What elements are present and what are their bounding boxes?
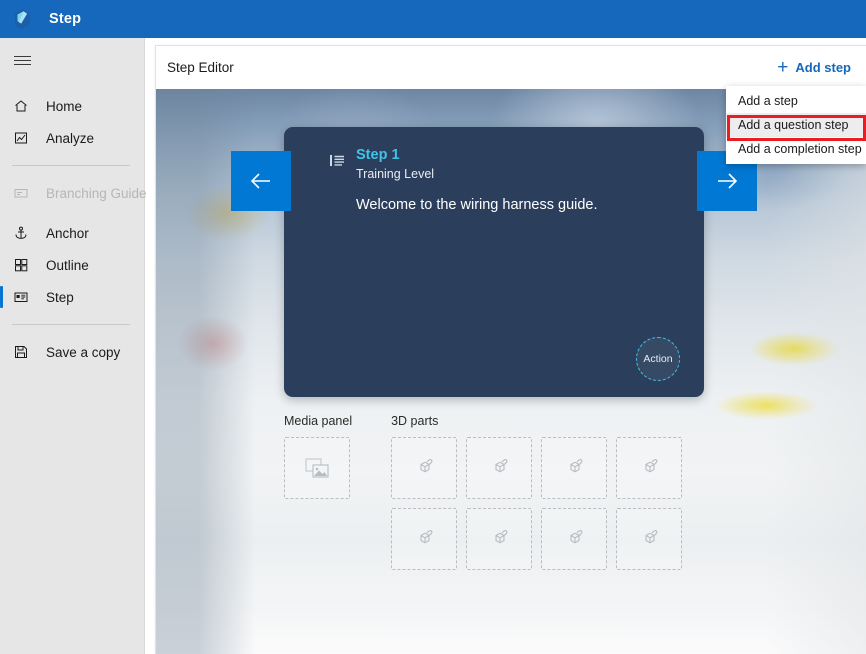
menu-item-add-a-question-step[interactable]: Add a question step [726,113,866,137]
part-slot[interactable] [541,437,607,499]
page-title: Step Editor [167,60,234,75]
3d-part-icon [637,457,661,479]
sidebar-item-step[interactable]: Step [0,281,144,313]
media-panel-label: Media panel [284,414,352,428]
arrow-left-icon [247,170,275,192]
3d-part-icon [487,528,511,550]
sidebar-item-label: Analyze [46,131,94,146]
branching-icon [10,184,32,202]
outline-icon [10,256,32,274]
parts-grid [391,437,682,570]
analyze-icon [10,129,32,147]
sidebar-item-label: Anchor [46,226,89,241]
step-number: Step 1 [356,147,434,163]
app-window: Step Home Analyze [0,0,866,654]
app-title: Step [49,11,81,27]
part-slot[interactable] [541,508,607,570]
arrow-right-icon [713,170,741,192]
sidebar-item-label: Save a copy [46,345,120,360]
sidebar-divider-2 [12,324,130,325]
plus-icon: + [777,62,788,74]
add-step-label: Add step [795,60,851,75]
part-slot[interactable] [466,437,532,499]
sidebar-item-label: Step [46,290,74,305]
sidebar-divider-1 [12,165,130,166]
save-icon [10,343,32,361]
add-step-button[interactable]: + Add step [775,56,853,79]
3d-part-icon [562,457,586,479]
title-bar: Step [0,0,866,38]
step-list-icon [329,153,346,168]
anchor-icon [10,224,32,242]
3d-part-icon [412,457,436,479]
part-slot[interactable] [391,437,457,499]
media-panel: Media panel [284,414,352,570]
sidebar-item-outline[interactable]: Outline [0,249,144,281]
previous-step-button[interactable] [231,151,291,211]
media-slot[interactable] [284,437,350,499]
home-icon [10,97,32,115]
sidebar-item-anchor[interactable]: Anchor [0,217,144,249]
add-step-menu: Add a step Add a question step Add a com… [726,86,866,164]
sidebar: Home Analyze Branching Guide [0,38,145,654]
sidebar-item-label: Home [46,99,82,114]
part-slot[interactable] [616,437,682,499]
sidebar-item-analyze[interactable]: Analyze [0,122,144,154]
parts-panel-label: 3D parts [391,414,682,428]
step-card-header: Step 1 Training Level [356,147,434,181]
part-slot[interactable] [391,508,457,570]
guides-logo-icon [8,5,36,33]
main-header: Step Editor + Add step [156,46,866,89]
parts-panel: 3D parts [391,414,682,570]
step-instruction-text: Welcome to the wiring harness guide. [356,195,674,215]
part-slot[interactable] [466,508,532,570]
sidebar-item-save-a-copy[interactable]: Save a copy [0,336,144,368]
3d-part-icon [487,457,511,479]
sidebar-item-label: Outline [46,258,89,273]
part-slot[interactable] [616,508,682,570]
step-card: Step 1 Training Level Welcome to the wir… [284,127,704,397]
menu-item-add-a-step[interactable]: Add a step [726,89,866,113]
step-preview-stage: Step 1 Training Level Welcome to the wir… [156,89,866,654]
hamburger-icon[interactable] [0,46,45,74]
action-label: Action [643,353,672,365]
image-stack-icon [304,456,331,480]
sidebar-item-branching-guide: Branching Guide [0,177,144,209]
asset-panels: Media panel 3D parts [284,414,682,570]
sidebar-item-label: Branching Guide [46,186,147,201]
sidebar-item-home[interactable]: Home [0,90,144,122]
sidebar-nav: Home Analyze Branching Guide [0,90,144,368]
3d-part-icon [562,528,586,550]
3d-part-icon [412,528,436,550]
step-subtitle: Training Level [356,167,434,181]
3d-part-icon [637,528,661,550]
step-icon [10,288,32,306]
action-button[interactable]: Action [636,337,680,381]
menu-item-add-a-completion-step[interactable]: Add a completion step [726,137,866,161]
